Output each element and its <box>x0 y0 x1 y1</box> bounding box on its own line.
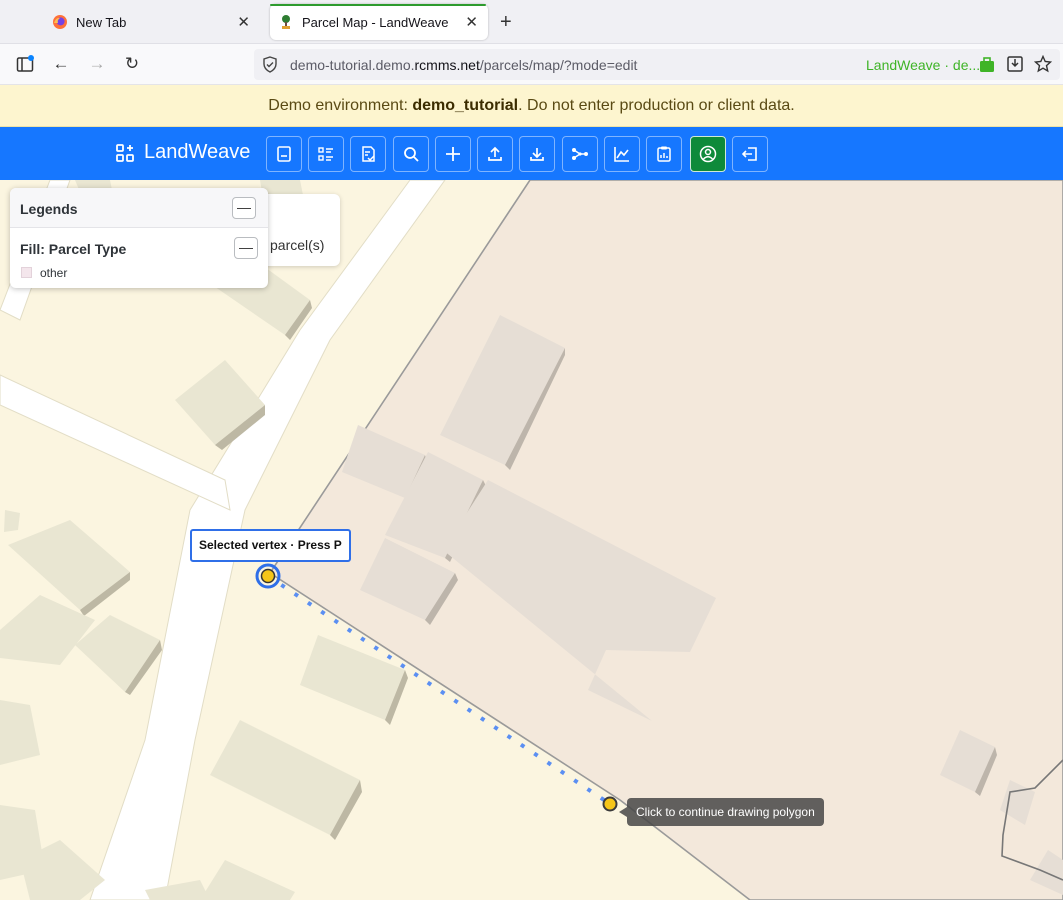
documentation-button[interactable] <box>266 136 302 172</box>
address-bar[interactable]: demo-tutorial.demo.rcmms.net/parcels/map… <box>254 49 1060 80</box>
review-button[interactable] <box>350 136 386 172</box>
extension-icon[interactable] <box>978 56 996 74</box>
search-icon <box>404 147 419 162</box>
tab-label: Parcel Map - LandWeave <box>302 14 449 30</box>
collapse-section-button[interactable]: — <box>234 237 258 259</box>
parcel-map[interactable] <box>0 180 1063 900</box>
download-button[interactable] <box>519 136 555 172</box>
extension-label: LandWeave · de... <box>866 57 981 73</box>
tab-new-tab[interactable]: New Tab ✕ <box>44 4 260 40</box>
banner-prefix: Demo environment: <box>268 97 413 114</box>
search-button[interactable] <box>393 136 429 172</box>
banner-env-name: demo_tutorial <box>412 97 519 114</box>
checklist-icon <box>362 146 375 162</box>
brand-name: LandWeave <box>144 141 251 163</box>
map-canvas[interactable] <box>0 180 1063 900</box>
logout-button[interactable] <box>732 136 768 172</box>
browser-tab-bar: New Tab ✕ Parcel Map - LandWeave ✕ + <box>0 0 1063 44</box>
tab-parcel-map[interactable]: Parcel Map - LandWeave ✕ <box>270 4 488 40</box>
account-button[interactable] <box>690 136 726 172</box>
reload-icon[interactable]: ↻ <box>122 54 142 74</box>
url-prefix: demo-tutorial.demo. <box>290 57 415 73</box>
plus-icon <box>446 147 460 161</box>
legend-section-title: Fill: Parcel Type <box>20 241 127 257</box>
upload-button[interactable] <box>477 136 513 172</box>
close-tab-icon[interactable]: ✕ <box>465 13 478 31</box>
continue-drawing-tooltip: Click to continue drawing polygon <box>619 798 824 826</box>
forward-icon[interactable]: → <box>87 54 107 74</box>
shield-icon[interactable] <box>262 56 278 73</box>
back-icon[interactable]: ← <box>51 54 71 74</box>
legend-panel: Legends — Fill: Parcel Type — other <box>10 188 268 288</box>
list-icon <box>318 147 333 161</box>
drawing-cursor-vertex[interactable] <box>602 796 618 812</box>
legend-item-label: other <box>40 266 68 280</box>
tab-label: New Tab <box>76 14 127 30</box>
legend-swatch-other <box>21 267 32 278</box>
book-icon <box>277 146 291 162</box>
add-parcel-button[interactable] <box>435 136 471 172</box>
demo-environment-banner: Demo environment: demo_tutorial. Do not … <box>0 85 1063 127</box>
download-icon <box>530 148 544 161</box>
graph-icon <box>572 148 588 160</box>
statistics-button[interactable] <box>604 136 640 172</box>
brand[interactable]: LandWeave <box>116 141 250 164</box>
chart-icon <box>614 147 629 162</box>
legend-title: Legends <box>20 201 78 217</box>
logout-icon <box>741 147 757 161</box>
url-path: /parcels/map/?mode=edit <box>479 57 638 73</box>
url-text: demo-tutorial.demo.rcmms.net/parcels/map… <box>290 57 637 73</box>
browser-nav-bar: ← → ↻ demo-tutorial.demo.rcmms.net/parce… <box>0 44 1063 85</box>
close-tab-icon[interactable]: ✕ <box>237 13 250 31</box>
topology-button[interactable] <box>562 136 598 172</box>
save-to-pocket-icon[interactable] <box>1006 55 1024 73</box>
collapse-legend-button[interactable]: — <box>232 197 256 219</box>
new-tab-icon[interactable]: + <box>500 11 512 34</box>
upload-icon <box>488 146 502 161</box>
banner-suffix: . Do not enter production or client data… <box>518 97 795 114</box>
parcel-list-button[interactable] <box>308 136 344 172</box>
bookmark-star-icon[interactable] <box>1034 55 1052 73</box>
active-tab-indicator <box>270 4 486 6</box>
selected-vertex-tooltip: Selected vertex · Press P <box>190 529 351 562</box>
report-button[interactable] <box>646 136 682 172</box>
url-domain: rcmms.net <box>414 57 480 73</box>
apps-grid-icon <box>116 143 134 162</box>
info-card-text: parcel(s) <box>270 237 325 253</box>
clipboard-icon <box>657 146 671 162</box>
landweave-favicon <box>282 15 290 29</box>
sidebar-icon[interactable] <box>16 55 34 73</box>
sidebar-toggle-icon[interactable] <box>14 14 32 30</box>
account-icon <box>699 145 717 163</box>
firefox-icon <box>53 15 67 29</box>
